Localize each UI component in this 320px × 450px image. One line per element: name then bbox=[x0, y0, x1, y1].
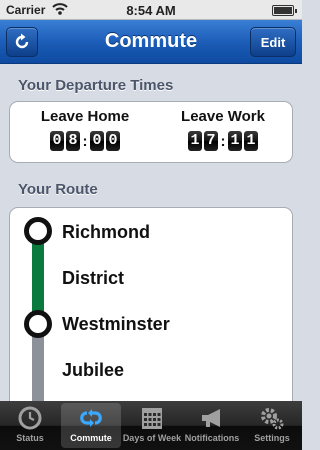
tab-notifications[interactable]: Notifications bbox=[182, 401, 242, 450]
digit: 0 bbox=[90, 131, 104, 151]
tab-label: Notifications bbox=[184, 433, 240, 443]
tab-days-of-week[interactable]: Days of Week bbox=[122, 401, 182, 450]
leave-work-time[interactable]: Leave Work 1 7 : 1 1 bbox=[170, 108, 276, 151]
digit: 1 bbox=[228, 131, 242, 151]
route-panel: Richmond District Westminster Jubilee bbox=[9, 207, 293, 407]
edit-button[interactable]: Edit bbox=[250, 27, 296, 57]
route-station-westminster[interactable]: Westminster bbox=[62, 314, 170, 335]
leave-home-time[interactable]: Leave Home 0 8 : 0 0 bbox=[32, 108, 138, 151]
clock-icon bbox=[18, 406, 42, 430]
departure-times-panel: Leave Home 0 8 : 0 0 Leave Work 1 7 : 1 … bbox=[9, 101, 293, 163]
station-marker-icon bbox=[24, 310, 52, 338]
calendar-icon bbox=[142, 408, 162, 429]
departure-section-title: Your Departure Times bbox=[18, 77, 174, 94]
megaphone-icon bbox=[202, 409, 220, 427]
digit: 0 bbox=[50, 131, 64, 151]
leave-home-label: Leave Home bbox=[40, 108, 130, 125]
route-station-richmond[interactable]: Richmond bbox=[62, 222, 150, 243]
leave-work-label: Leave Work bbox=[181, 108, 265, 125]
tab-settings[interactable]: Settings bbox=[242, 401, 302, 450]
tab-bar: Status Commute Days of Week Notification… bbox=[0, 401, 302, 450]
gears-icon bbox=[261, 408, 284, 430]
route-line-district[interactable]: District bbox=[62, 268, 124, 289]
leave-work-digits: 1 7 : 1 1 bbox=[170, 131, 276, 151]
digit: 1 bbox=[244, 131, 258, 151]
clock-time: 8:54 AM bbox=[126, 3, 176, 18]
time-separator: : bbox=[220, 132, 226, 150]
commute-loop-icon bbox=[80, 409, 102, 427]
digit: 1 bbox=[188, 131, 202, 151]
digit: 8 bbox=[66, 131, 80, 151]
station-marker-icon bbox=[24, 217, 52, 245]
status-bar: Carrier 8:54 AM bbox=[0, 0, 302, 20]
tab-label: Status bbox=[16, 433, 44, 443]
navigation-bar: Commute Edit bbox=[0, 20, 302, 64]
battery-icon bbox=[272, 5, 297, 16]
digit: 7 bbox=[204, 131, 218, 151]
time-separator: : bbox=[82, 132, 88, 150]
tab-label: Commute bbox=[70, 433, 112, 443]
tab-label: Days of Week bbox=[122, 433, 182, 443]
tab-status[interactable]: Status bbox=[0, 401, 60, 450]
leave-home-digits: 0 8 : 0 0 bbox=[32, 131, 138, 151]
route-section-title: Your Route bbox=[18, 181, 98, 198]
route-line-jubilee[interactable]: Jubilee bbox=[62, 360, 124, 381]
tab-commute[interactable]: Commute bbox=[61, 403, 121, 448]
tab-label: Settings bbox=[254, 433, 290, 443]
digit: 0 bbox=[106, 131, 120, 151]
